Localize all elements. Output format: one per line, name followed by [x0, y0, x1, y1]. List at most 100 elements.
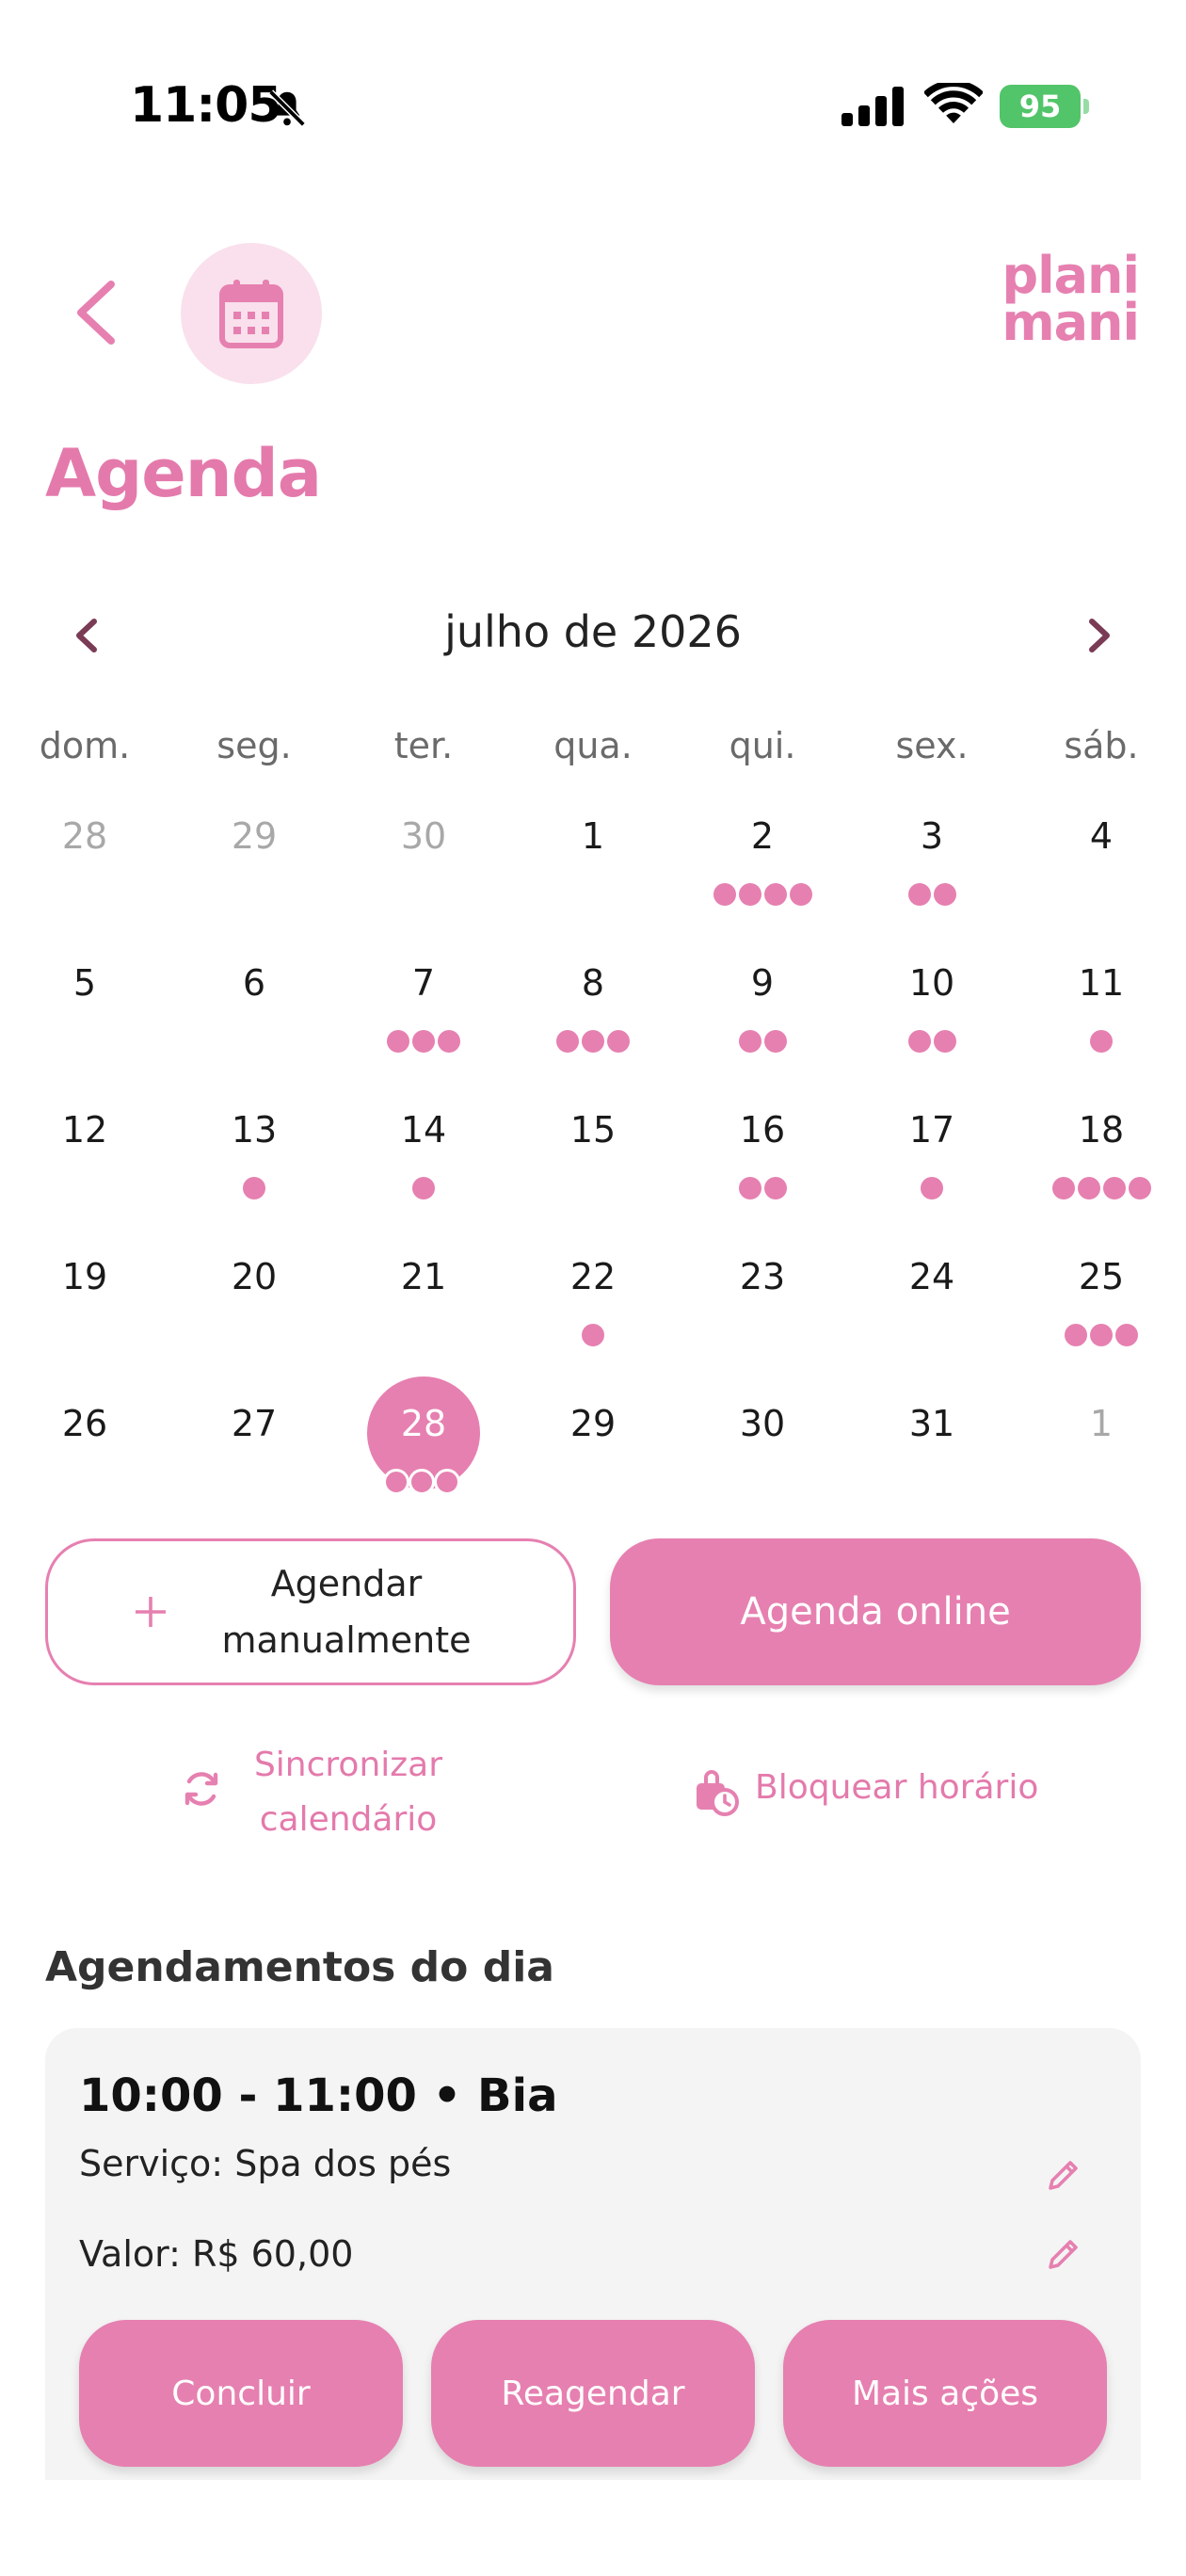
- appointment-dot: [1102, 1177, 1126, 1199]
- appointment-dot: [738, 1177, 761, 1199]
- appointment-dots: [508, 1324, 678, 1346]
- appointment-dots: [678, 1177, 847, 1199]
- appointment-card: 10:00 - 11:00 • Bia Serviço: Spa dos pés…: [45, 2028, 1141, 2480]
- calendar-day-number: 14: [400, 1109, 447, 1151]
- calendar-icon: [219, 280, 283, 348]
- calendar-day[interactable]: 15: [508, 1109, 678, 1250]
- calendar-day[interactable]: 23: [678, 1256, 847, 1397]
- block-clock-icon: [697, 1770, 739, 1816]
- calendar-day-number: 7: [411, 962, 436, 1004]
- calendar-day[interactable]: 22: [508, 1256, 678, 1397]
- calendar-day[interactable]: 25: [1017, 1256, 1186, 1397]
- conclude-button[interactable]: Concluir: [79, 2320, 403, 2467]
- appointment-dot: [1090, 1324, 1113, 1346]
- more-actions-button[interactable]: Mais ações: [783, 2320, 1107, 2467]
- day-appointments-title: Agendamentos do dia: [45, 1943, 554, 1991]
- appointment-dot: [933, 1030, 956, 1053]
- calendar-day[interactable]: 2: [678, 815, 847, 957]
- calendar-day[interactable]: 18: [1017, 1109, 1186, 1250]
- calendar-day[interactable]: 11: [1017, 962, 1186, 1103]
- status-bar: 11:05 95: [0, 0, 1186, 169]
- calendar-day[interactable]: 1: [1017, 1403, 1186, 1544]
- calendar-day[interactable]: 19: [0, 1256, 169, 1397]
- appointment-dots: [1017, 1030, 1186, 1053]
- calendar-day[interactable]: 17: [847, 1109, 1017, 1250]
- appointment-service: Serviço: Spa dos pés: [79, 2143, 452, 2184]
- appointment-dot: [738, 883, 761, 906]
- appointment-dots: [339, 1469, 508, 1495]
- calendar-day[interactable]: 30: [678, 1403, 847, 1544]
- calendar-day[interactable]: 26: [0, 1403, 169, 1544]
- calendar-day-number: 28: [400, 1403, 447, 1444]
- battery-tip: [1083, 99, 1089, 114]
- calendar-day[interactable]: 14: [339, 1109, 508, 1250]
- page-title: Agenda: [45, 435, 322, 512]
- calendar-day[interactable]: 12: [0, 1109, 169, 1250]
- appointment-dots: [678, 1030, 847, 1053]
- calendar-day[interactable]: 6: [169, 962, 339, 1103]
- calendar-day[interactable]: 13: [169, 1109, 339, 1250]
- edit-value-pencil-icon[interactable]: [1045, 2235, 1082, 2273]
- planimani-logo: plani mani: [951, 250, 1140, 348]
- calendar-day-number: 24: [908, 1256, 955, 1297]
- calendar-day-number: 22: [569, 1256, 617, 1297]
- battery-level: 95: [1000, 85, 1081, 128]
- calendar-day[interactable]: 20: [169, 1256, 339, 1397]
- wifi-icon: [924, 83, 983, 123]
- edit-service-pencil-icon[interactable]: [1045, 2156, 1082, 2194]
- calendar-day-selected[interactable]: 28: [339, 1377, 508, 1544]
- calendar-day[interactable]: 3: [847, 815, 1017, 957]
- next-month-chevron-icon[interactable]: [1081, 612, 1118, 659]
- appointment-dots: [339, 1030, 508, 1053]
- calendar-day[interactable]: 30: [339, 815, 508, 957]
- schedule-manually-button[interactable]: Agendar manualmente: [45, 1538, 576, 1685]
- weekday-header: dom. seg. ter. qua. qui. sex. sáb.: [0, 725, 1186, 781]
- calendar-day-number: 23: [739, 1256, 786, 1297]
- calendar-day[interactable]: 5: [0, 962, 169, 1103]
- calendar-day[interactable]: 27: [169, 1403, 339, 1544]
- calendar-day-number: 1: [1089, 1403, 1114, 1444]
- online-schedule-button[interactable]: Agenda online: [610, 1538, 1141, 1685]
- calendar-day-number: 9: [750, 962, 775, 1004]
- weekday-label: qua.: [553, 725, 633, 766]
- calendar-day-number: 11: [1078, 962, 1125, 1004]
- calendar-day-number: 25: [1078, 1256, 1125, 1297]
- calendar-day-number: 30: [400, 815, 447, 857]
- appointment-dot: [713, 883, 736, 906]
- calendar-day-number: 10: [908, 962, 955, 1004]
- block-time-button[interactable]: Bloquear horário: [691, 1759, 1086, 1825]
- calendar-day[interactable]: 31: [847, 1403, 1017, 1544]
- appointment-dot: [921, 1177, 943, 1199]
- calendar-day[interactable]: 29: [508, 1403, 678, 1544]
- plus-icon: [136, 1597, 166, 1627]
- appointment-dot: [243, 1177, 265, 1199]
- calendar-day[interactable]: 1: [508, 815, 678, 957]
- appointment-dot: [582, 1030, 604, 1053]
- reschedule-button[interactable]: Reagendar: [431, 2320, 755, 2467]
- appointment-dots: [847, 883, 1017, 906]
- back-chevron-icon[interactable]: [70, 279, 122, 346]
- weekday-label: seg.: [216, 725, 292, 766]
- calendar-day[interactable]: 29: [169, 815, 339, 957]
- calendar-day[interactable]: 16: [678, 1109, 847, 1250]
- sync-calendar-button[interactable]: Sincronizar calendário: [179, 1738, 480, 1842]
- calendar-day-number: 15: [569, 1109, 617, 1151]
- appointment-dot: [412, 1030, 435, 1053]
- appointment-dot: [1065, 1324, 1087, 1346]
- appointment-dot: [907, 883, 931, 906]
- calendar-day[interactable]: 24: [847, 1256, 1017, 1397]
- calendar-day[interactable]: 10: [847, 962, 1017, 1103]
- calendar-day-number: 26: [61, 1403, 108, 1444]
- calendar-day[interactable]: 28: [0, 815, 169, 957]
- appointment-dot: [789, 883, 812, 906]
- calendar-day[interactable]: 8: [508, 962, 678, 1103]
- appointment-dot: [383, 1469, 409, 1495]
- appointment-dots: [1017, 1324, 1186, 1346]
- calendar-day[interactable]: 4: [1017, 815, 1186, 957]
- calendar-day[interactable]: 7: [339, 962, 508, 1103]
- calendar-day[interactable]: 9: [678, 962, 847, 1103]
- month-label: julho de 2026: [444, 606, 742, 657]
- calendar-day-number: 4: [1089, 815, 1114, 857]
- appointment-dots: [339, 1177, 508, 1199]
- weekday-label: ter.: [393, 725, 454, 766]
